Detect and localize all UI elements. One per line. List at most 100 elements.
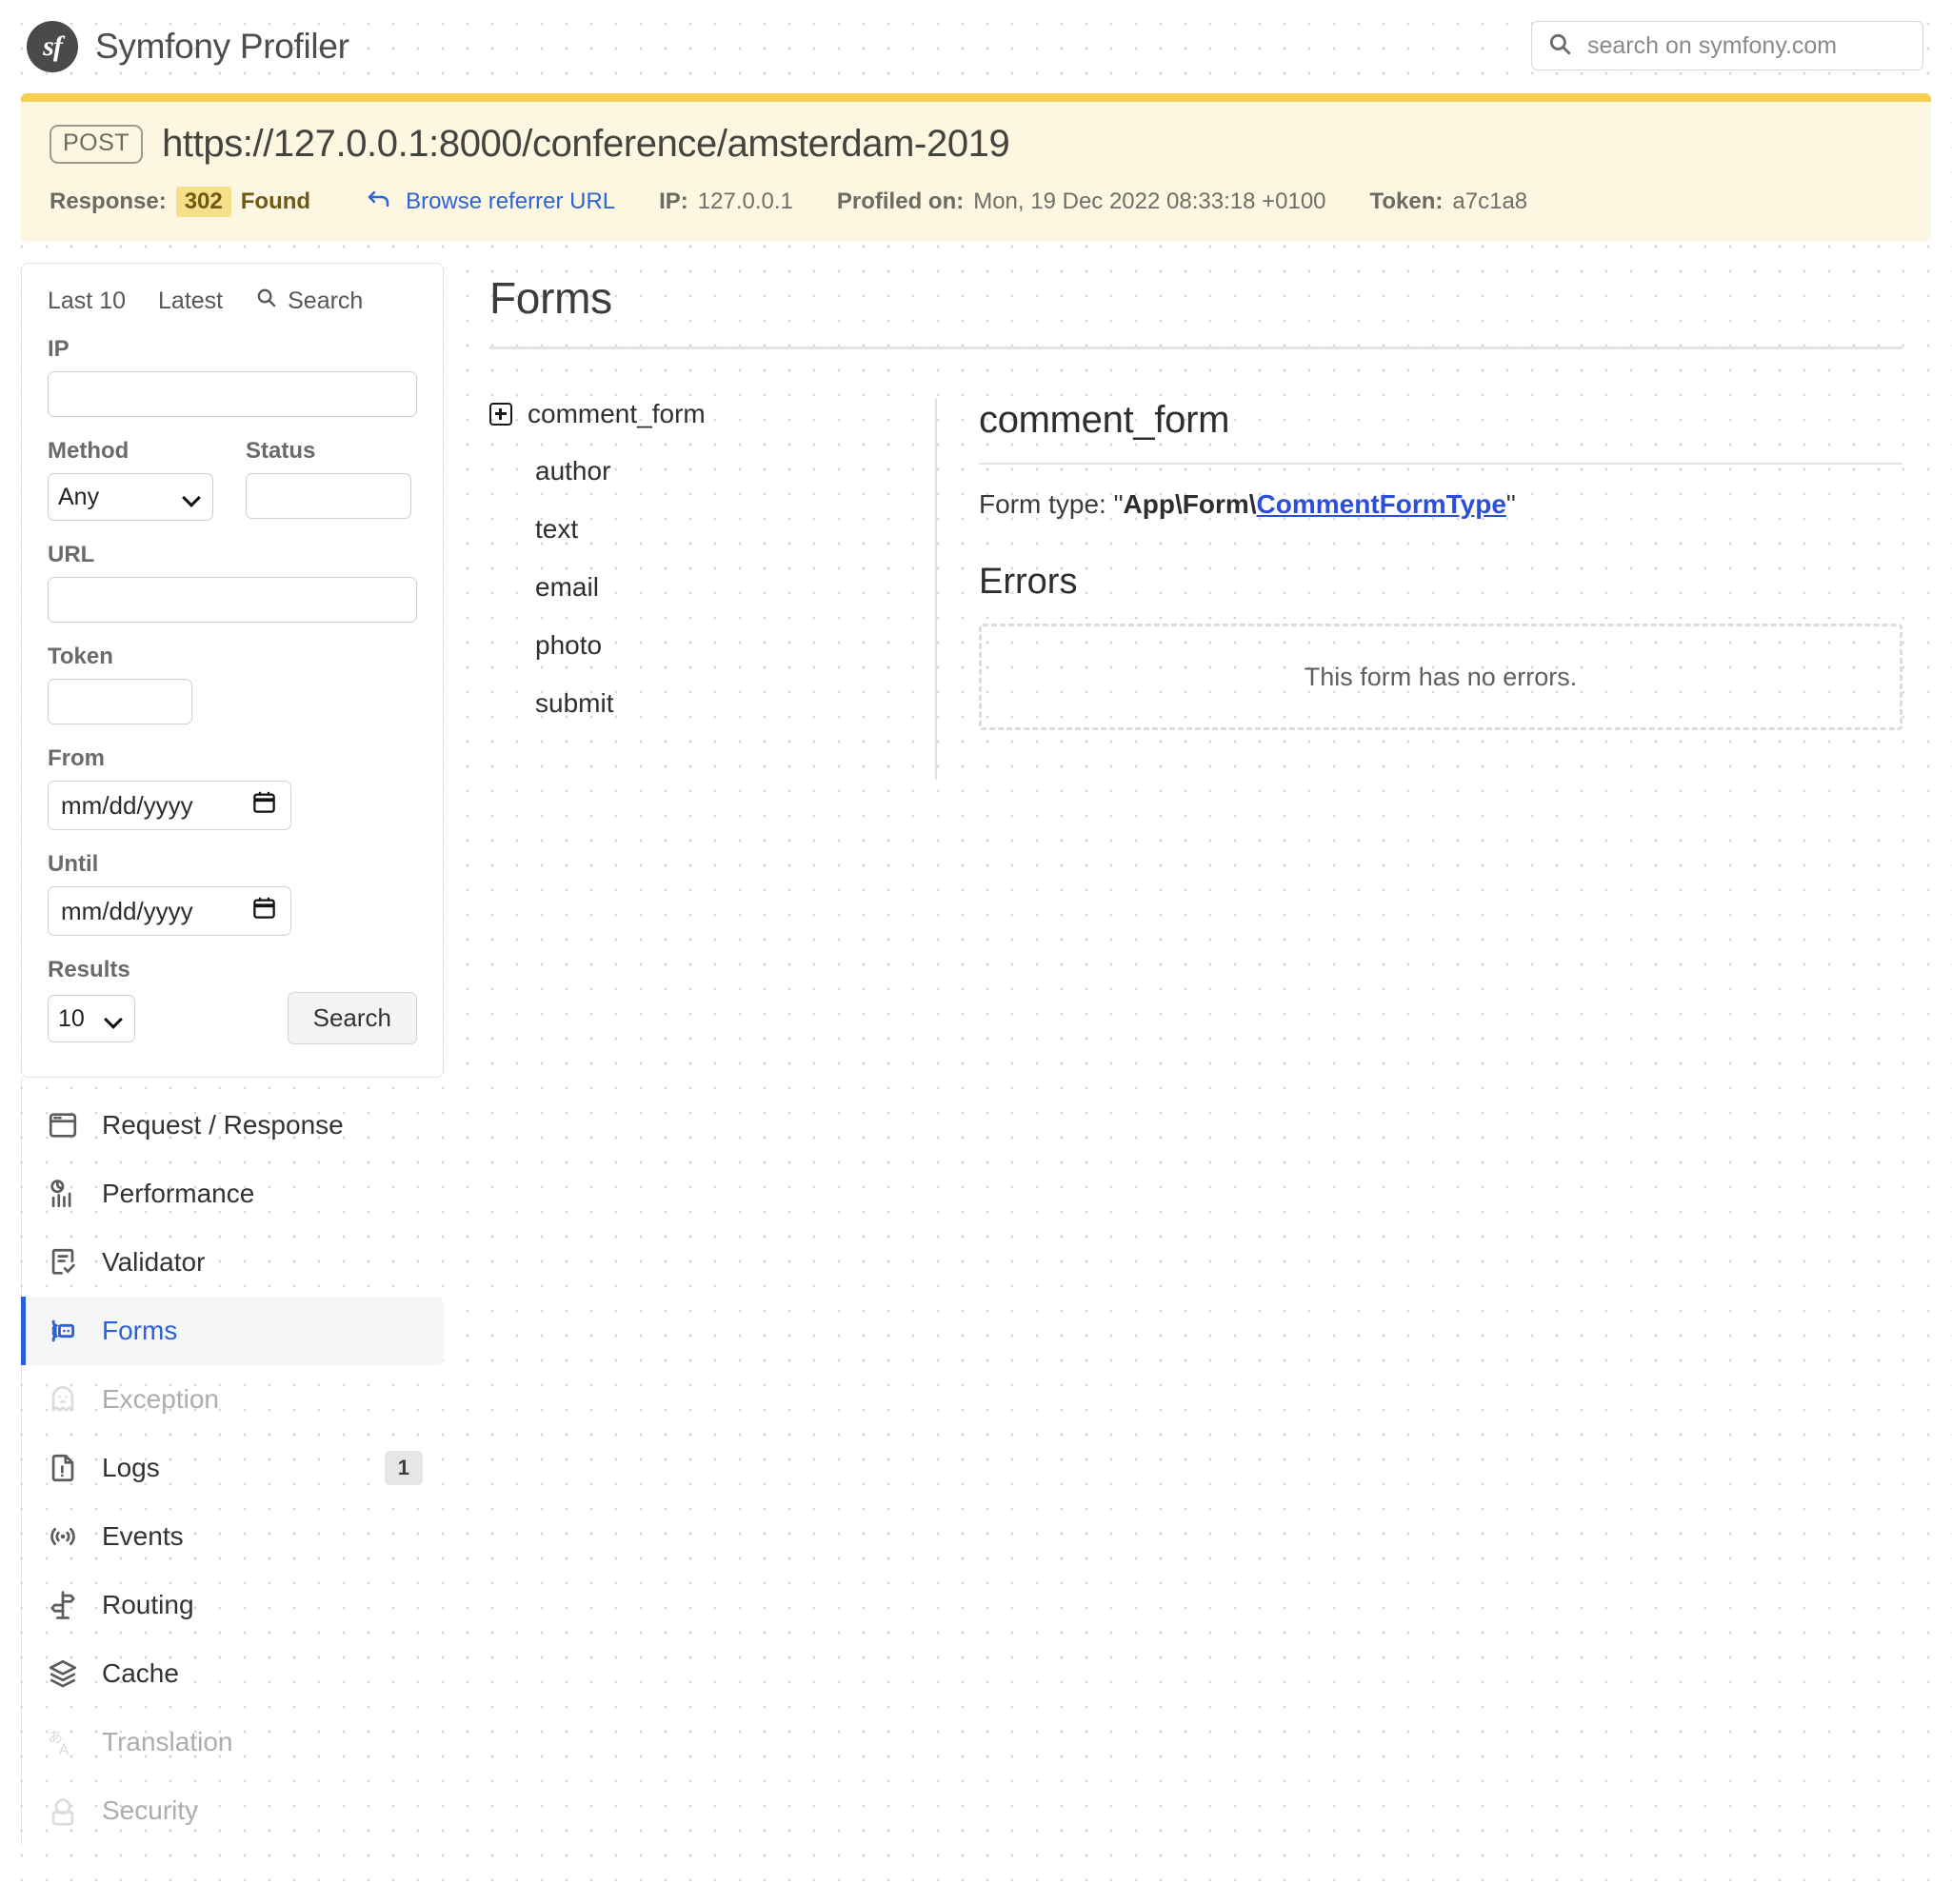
page-layout: Last 10 Latest Search IP Method bbox=[0, 242, 1952, 1845]
tab-search-label: Search bbox=[288, 288, 363, 315]
sidebar-item-exception: Exception bbox=[21, 1365, 444, 1434]
token-input[interactable] bbox=[48, 679, 192, 724]
ip-field-label: IP bbox=[48, 336, 417, 363]
sidebar-item-forms[interactable]: Forms bbox=[21, 1297, 444, 1365]
sidebar-item-performance[interactable]: Performance bbox=[21, 1160, 444, 1228]
sidebar-item-security: Security bbox=[21, 1776, 444, 1845]
results-select[interactable]: 10 bbox=[48, 995, 135, 1042]
search-button[interactable]: Search bbox=[288, 992, 417, 1044]
token-value: a7c1a8 bbox=[1452, 188, 1527, 215]
profiler-search-panel: Last 10 Latest Search IP Method bbox=[21, 263, 444, 1078]
tree-root-label: comment_form bbox=[528, 399, 706, 429]
layers-icon bbox=[45, 1656, 81, 1692]
broadcast-icon bbox=[45, 1518, 81, 1555]
tree-item-submit[interactable]: submit bbox=[489, 688, 916, 719]
request-url: https://127.0.0.1:8000/conference/amster… bbox=[162, 123, 1009, 166]
http-method-badge: POST bbox=[50, 125, 143, 164]
lock-icon bbox=[45, 1793, 81, 1829]
sidebar-item-routing[interactable]: Routing bbox=[21, 1571, 444, 1639]
document-alert-icon bbox=[45, 1450, 81, 1486]
form-type-namespace: App\Form\ bbox=[1124, 489, 1257, 519]
request-url-row: POST https://127.0.0.1:8000/conference/a… bbox=[50, 123, 1902, 166]
search-input[interactable] bbox=[1585, 31, 1907, 61]
tree-item-photo[interactable]: photo bbox=[489, 630, 916, 661]
tree-root-comment-form[interactable]: comment_form bbox=[489, 399, 916, 429]
arrow-return-icon bbox=[366, 188, 392, 217]
brand: sf Symfony Profiler bbox=[27, 21, 349, 72]
sidebar-item-label: Performance bbox=[102, 1179, 254, 1209]
tree-item-email[interactable]: email bbox=[489, 572, 916, 603]
response-label: Response: bbox=[50, 188, 167, 215]
sidebar-item-logs[interactable]: Logs 1 bbox=[21, 1434, 444, 1502]
calendar-icon[interactable] bbox=[251, 895, 277, 927]
ip-label: IP: bbox=[659, 188, 688, 215]
browse-referrer-url-label: Browse referrer URL bbox=[406, 188, 615, 215]
search-icon bbox=[255, 287, 277, 315]
until-date-input[interactable]: mm/dd/yyyy bbox=[48, 886, 291, 936]
sidebar: Last 10 Latest Search IP Method bbox=[21, 263, 444, 1845]
browse-referrer-url-link[interactable]: Browse referrer URL bbox=[366, 188, 615, 217]
status-badge: 302 bbox=[176, 187, 231, 217]
sidebar-item-label: Events bbox=[102, 1521, 184, 1552]
tab-search[interactable]: Search bbox=[255, 287, 363, 315]
svg-text:A: A bbox=[59, 1741, 70, 1758]
ghost-icon bbox=[45, 1381, 81, 1418]
main-content: Forms comment_form author text email pho… bbox=[444, 263, 1931, 1845]
from-date-input[interactable]: mm/dd/yyyy bbox=[48, 781, 291, 830]
title-divider bbox=[489, 347, 1902, 349]
token-group: Token: a7c1a8 bbox=[1370, 188, 1528, 215]
status-field-label: Status bbox=[246, 438, 411, 465]
document-check-icon bbox=[45, 1244, 81, 1280]
url-field-label: URL bbox=[48, 542, 417, 568]
until-date-placeholder: mm/dd/yyyy bbox=[61, 897, 193, 926]
form-detail-title: comment_form bbox=[979, 399, 1902, 442]
sidebar-item-cache[interactable]: Cache bbox=[21, 1639, 444, 1708]
profiled-on-group: Profiled on: Mon, 19 Dec 2022 08:33:18 +… bbox=[837, 188, 1326, 215]
method-status-row: Method Any Status bbox=[48, 417, 417, 521]
results-select-wrap: 10 bbox=[48, 995, 135, 1042]
tab-last-10[interactable]: Last 10 bbox=[48, 288, 126, 315]
search-tabs: Last 10 Latest Search bbox=[48, 287, 417, 315]
method-select[interactable]: Any bbox=[48, 473, 213, 521]
sidebar-item-validator[interactable]: Validator bbox=[21, 1228, 444, 1297]
ip-input[interactable] bbox=[48, 371, 417, 417]
detail-divider bbox=[979, 463, 1902, 465]
form-type-suffix: " bbox=[1506, 489, 1516, 519]
tree-item-author[interactable]: author bbox=[489, 456, 916, 486]
response-status-group: Response: 302 Found bbox=[50, 187, 310, 217]
sidebar-item-events[interactable]: Events bbox=[21, 1502, 444, 1571]
forms-brackets-icon bbox=[45, 1313, 81, 1349]
status-input[interactable] bbox=[246, 473, 411, 519]
page-title: Symfony Profiler bbox=[95, 27, 349, 67]
method-field: Method Any bbox=[48, 417, 213, 521]
token-field-label: Token bbox=[48, 644, 417, 670]
symfony-logo-icon: sf bbox=[27, 21, 78, 72]
sidebar-item-label: Cache bbox=[102, 1658, 179, 1689]
form-tree: comment_form author text email photo sub… bbox=[489, 399, 937, 780]
sidebar-item-label: Security bbox=[102, 1795, 198, 1826]
sidebar-item-label: Exception bbox=[102, 1384, 219, 1415]
site-search-box[interactable] bbox=[1531, 21, 1923, 70]
ip-group: IP: 127.0.0.1 bbox=[659, 188, 793, 215]
sidebar-item-label: Request / Response bbox=[102, 1110, 344, 1140]
tab-latest[interactable]: Latest bbox=[158, 288, 223, 315]
request-meta-row: Response: 302 Found Browse referrer URL … bbox=[50, 187, 1902, 217]
token-label: Token: bbox=[1370, 188, 1444, 215]
sidebar-item-label: Validator bbox=[102, 1247, 205, 1278]
tree-item-text[interactable]: text bbox=[489, 514, 916, 545]
request-banner: POST https://127.0.0.1:8000/conference/a… bbox=[21, 93, 1931, 242]
sidebar-item-request-response[interactable]: Request / Response bbox=[21, 1091, 444, 1160]
calendar-icon[interactable] bbox=[251, 789, 277, 822]
url-input[interactable] bbox=[48, 577, 417, 623]
form-detail-panel: comment_form Form type: "App\Form\Commen… bbox=[937, 399, 1902, 780]
sidebar-nav: Request / Response Performance bbox=[21, 1078, 444, 1845]
expand-plus-icon[interactable] bbox=[489, 403, 512, 426]
errors-section-title: Errors bbox=[979, 562, 1902, 603]
ip-value: 127.0.0.1 bbox=[698, 188, 793, 215]
from-date-placeholder: mm/dd/yyyy bbox=[61, 791, 193, 821]
results-field-label: Results bbox=[48, 957, 417, 983]
performance-chart-icon bbox=[45, 1176, 81, 1212]
errors-empty-message: This form has no errors. bbox=[1305, 663, 1578, 692]
sidebar-item-label: Logs bbox=[102, 1453, 160, 1483]
form-type-link[interactable]: CommentFormType bbox=[1257, 489, 1506, 519]
